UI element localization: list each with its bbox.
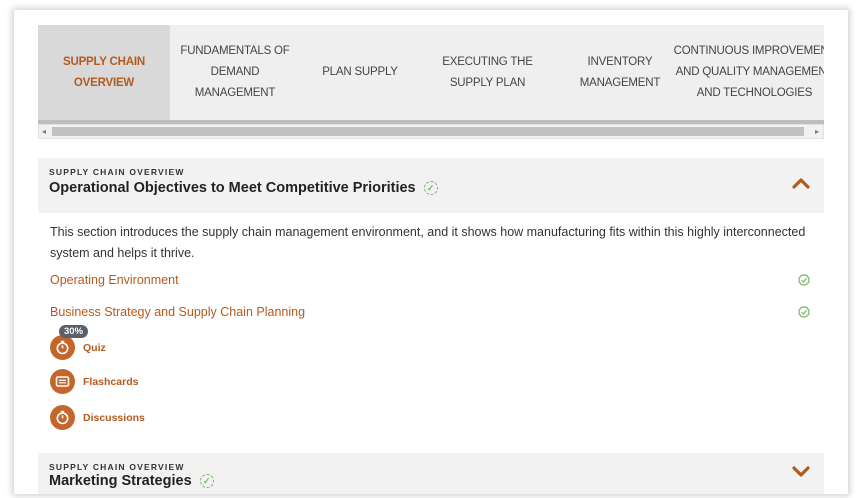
timer-icon (50, 405, 75, 430)
section-title: Marketing Strategies (49, 473, 192, 489)
scroll-right-arrow-icon[interactable]: ▸ (815, 127, 819, 137)
quiz-score-badge: 30% (59, 325, 89, 338)
tab-fundamentals-of-demand-management[interactable]: FUNDAMENTALS OF DEMAND MANAGEMENT (170, 25, 300, 120)
lesson-link[interactable]: Operating Environment (50, 273, 810, 287)
section-header[interactable]: SUPPLY CHAIN OVERVIEW Marketing Strategi… (38, 453, 824, 494)
tab-strip-scrollbar[interactable]: ◂ ▸ (38, 124, 824, 139)
timer-icon (50, 335, 75, 360)
section-eyebrow: SUPPLY CHAIN OVERVIEW (49, 167, 185, 177)
completed-check-icon (798, 306, 810, 318)
tab-label-line: AND QUALITY MANAGEMENT (675, 66, 824, 78)
completed-check-icon (798, 274, 810, 286)
activity-label: Discussions (83, 411, 145, 424)
section-eyebrow: SUPPLY CHAIN OVERVIEW (49, 462, 185, 472)
tab-supply-chain-overview[interactable]: SUPPLY CHAIN OVERVIEW (38, 25, 170, 120)
module-tab-strip: SUPPLY CHAIN OVERVIEW FUNDAMENTALS OF DE… (38, 25, 824, 124)
activity-label: Quiz (83, 341, 106, 354)
section-title-row: Marketing Strategies ✓ (49, 473, 214, 489)
section-header[interactable]: SUPPLY CHAIN OVERVIEW Operational Object… (38, 158, 824, 213)
activity-label: Flashcards (83, 375, 139, 388)
tab-continuous-improvement[interactable]: CONTINUOUS IMPROVEMENT AND QUALITY MANAGE… (674, 25, 824, 120)
in-progress-check-icon: ✓ (423, 181, 438, 195)
section-title: Operational Objectives to Meet Competiti… (49, 180, 416, 196)
tab-inventory-management[interactable]: INVENTORY MANAGEMENT (555, 25, 685, 120)
lesson-label: Business Strategy and Supply Chain Plann… (50, 305, 306, 319)
lesson-link[interactable]: Business Strategy and Supply Chain Plann… (50, 305, 810, 319)
course-outline-panel: SUPPLY CHAIN OVERVIEW FUNDAMENTALS OF DE… (14, 10, 848, 494)
tab-label-line: AND TECHNOLOGIES (696, 87, 813, 99)
tab-label-line: CONTINUOUS IMPROVEMENT (673, 45, 824, 57)
section-description: This section introduces the supply chain… (50, 225, 806, 260)
section-title-row: Operational Objectives to Meet Competiti… (49, 180, 438, 196)
scroll-left-arrow-icon[interactable]: ◂ (42, 127, 46, 137)
flashcards-icon (50, 369, 75, 394)
quiz-activity[interactable]: Quiz (50, 335, 106, 360)
chevron-down-icon[interactable] (792, 465, 810, 479)
discussions-activity[interactable]: Discussions (50, 405, 145, 430)
tab-executing-the-supply-plan[interactable]: EXECUTING THE SUPPLY PLAN (420, 25, 555, 120)
scrollbar-thumb[interactable] (52, 127, 804, 136)
in-progress-check-icon: ✓ (199, 474, 214, 488)
tab-label-line: MANAGEMENT (194, 87, 276, 99)
flashcards-activity[interactable]: Flashcards (50, 369, 138, 394)
tab-label-line: FUNDAMENTALS OF DEMAND (180, 45, 290, 78)
lesson-label: Operating Environment (50, 273, 179, 287)
chevron-up-icon[interactable] (792, 176, 810, 190)
tab-plan-supply[interactable]: PLAN SUPPLY (300, 25, 420, 120)
